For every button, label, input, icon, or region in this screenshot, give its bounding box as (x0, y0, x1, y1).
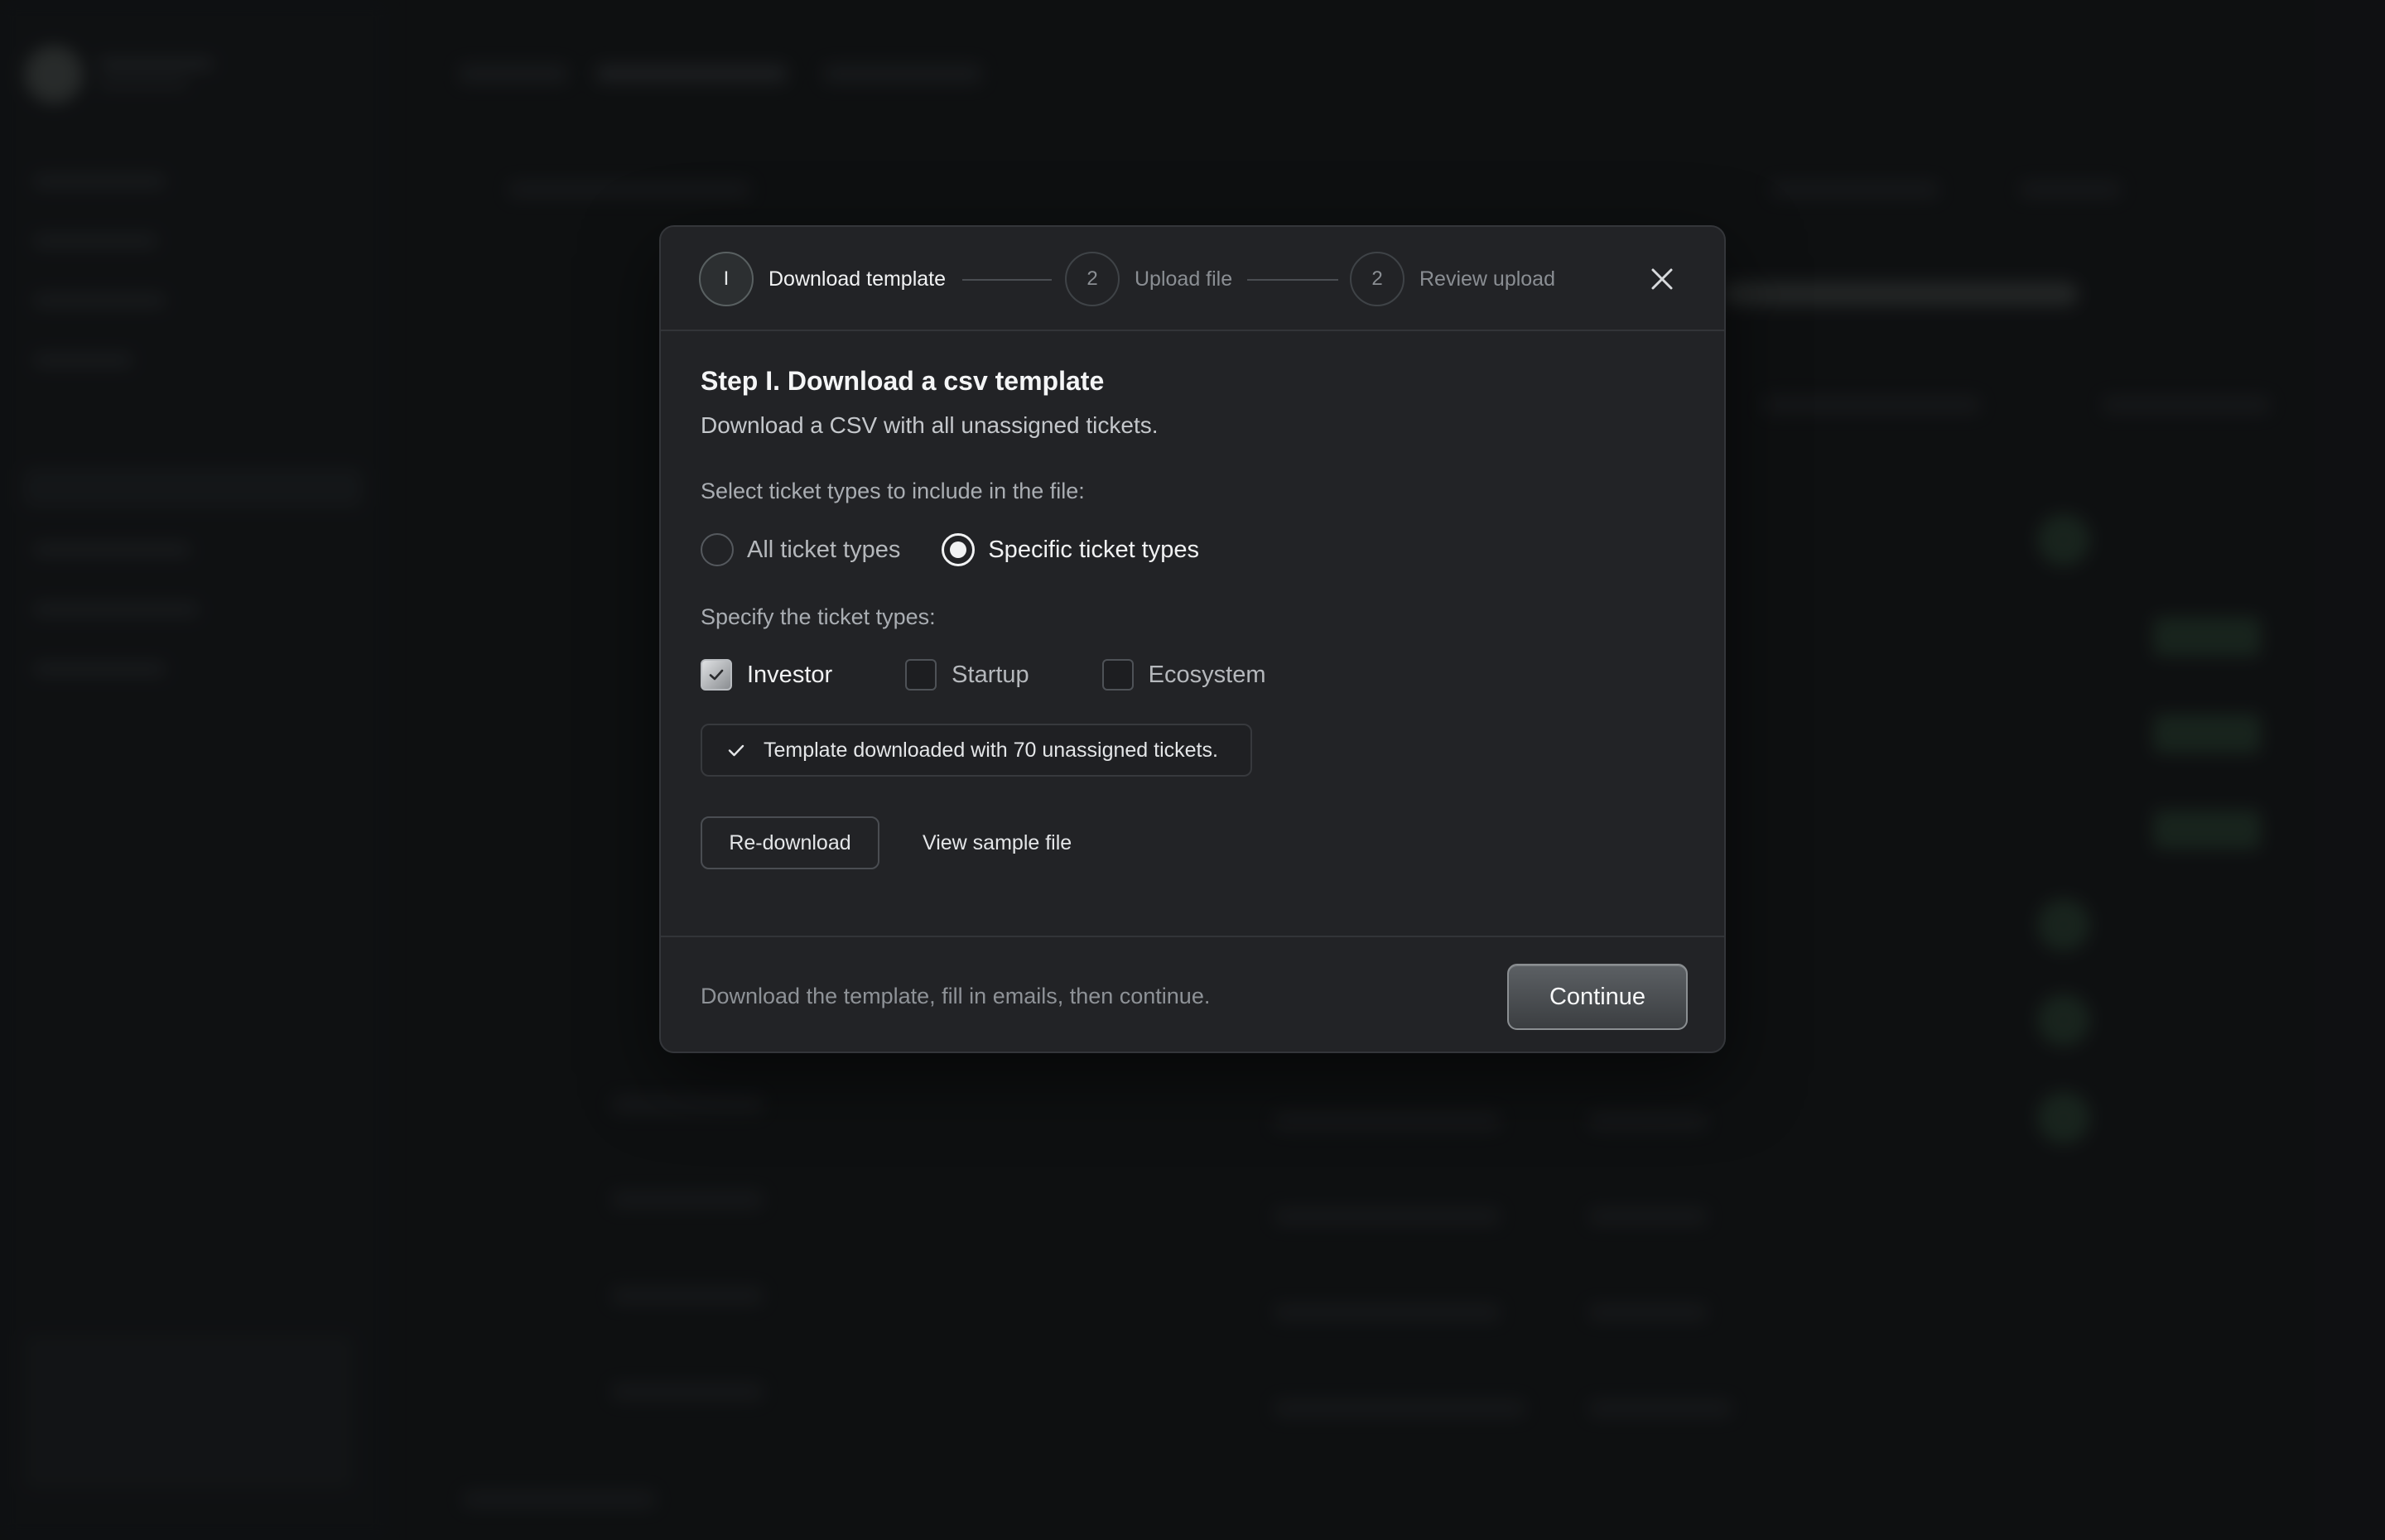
check-icon (709, 669, 724, 681)
checkbox-indicator (1101, 659, 1134, 691)
check-icon (728, 744, 744, 757)
upload-dialog: I Download template 2 Upload file 2 Revi… (659, 225, 1726, 1053)
step-connector (1247, 279, 1338, 281)
continue-button[interactable]: Continue (1507, 964, 1688, 1030)
step-description: Download a CSV with all unassigned ticke… (701, 412, 1159, 438)
ticket-type-checkboxes: Investor Startup Ecosystem (701, 659, 1339, 691)
dialog-footer: Download the template, fill in emails, t… (661, 936, 1724, 1052)
checkbox-indicator (905, 659, 937, 691)
checkbox-indicator (701, 659, 732, 691)
redownload-button[interactable]: Re-download (701, 816, 879, 869)
close-icon (1651, 268, 1673, 290)
checkbox-investor[interactable]: Investor (701, 659, 832, 691)
ticket-scope-radio-group: All ticket types Specific ticket types (701, 533, 1241, 566)
radio-indicator (942, 533, 976, 566)
radio-indicator (701, 533, 734, 566)
close-button[interactable] (1641, 258, 1683, 300)
step-number: 2 (1065, 252, 1120, 306)
step-number: 2 (1350, 252, 1404, 306)
radio-label: Specific ticket types (988, 536, 1199, 563)
step-number: I (699, 252, 754, 306)
step-download-template: I Download template (699, 252, 946, 306)
download-success-notice: Template downloaded with 70 unassigned t… (701, 724, 1252, 777)
specify-types-label: Specify the ticket types: (701, 604, 936, 629)
checkbox-label: Startup (952, 661, 1029, 688)
step-review-upload: 2 Review upload (1350, 252, 1555, 306)
step-label: Review upload (1419, 267, 1555, 291)
notice-text: Template downloaded with 70 unassigned t… (764, 738, 1218, 762)
checkbox-startup[interactable]: Startup (905, 659, 1029, 691)
step-title: Step I. Download a csv template (701, 366, 1105, 396)
footer-hint: Download the template, fill in emails, t… (701, 984, 1211, 1008)
step-upload-file: 2 Upload file (1065, 252, 1232, 306)
checkbox-label: Investor (747, 661, 833, 688)
checkbox-ecosystem[interactable]: Ecosystem (1101, 659, 1266, 691)
checkbox-label: Ecosystem (1148, 661, 1266, 688)
radio-label: All ticket types (747, 536, 901, 563)
step-label: Upload file (1135, 267, 1233, 291)
select-types-label: Select ticket types to include in the fi… (701, 479, 1085, 503)
step-label: Download template (768, 267, 947, 291)
radio-all-ticket-types[interactable]: All ticket types (701, 533, 900, 566)
step-connector (962, 279, 1052, 281)
radio-specific-ticket-types[interactable]: Specific ticket types (942, 533, 1199, 566)
dialog-header: I Download template 2 Upload file 2 Revi… (661, 227, 1724, 331)
view-sample-file-link[interactable]: View sample file (923, 816, 1072, 869)
